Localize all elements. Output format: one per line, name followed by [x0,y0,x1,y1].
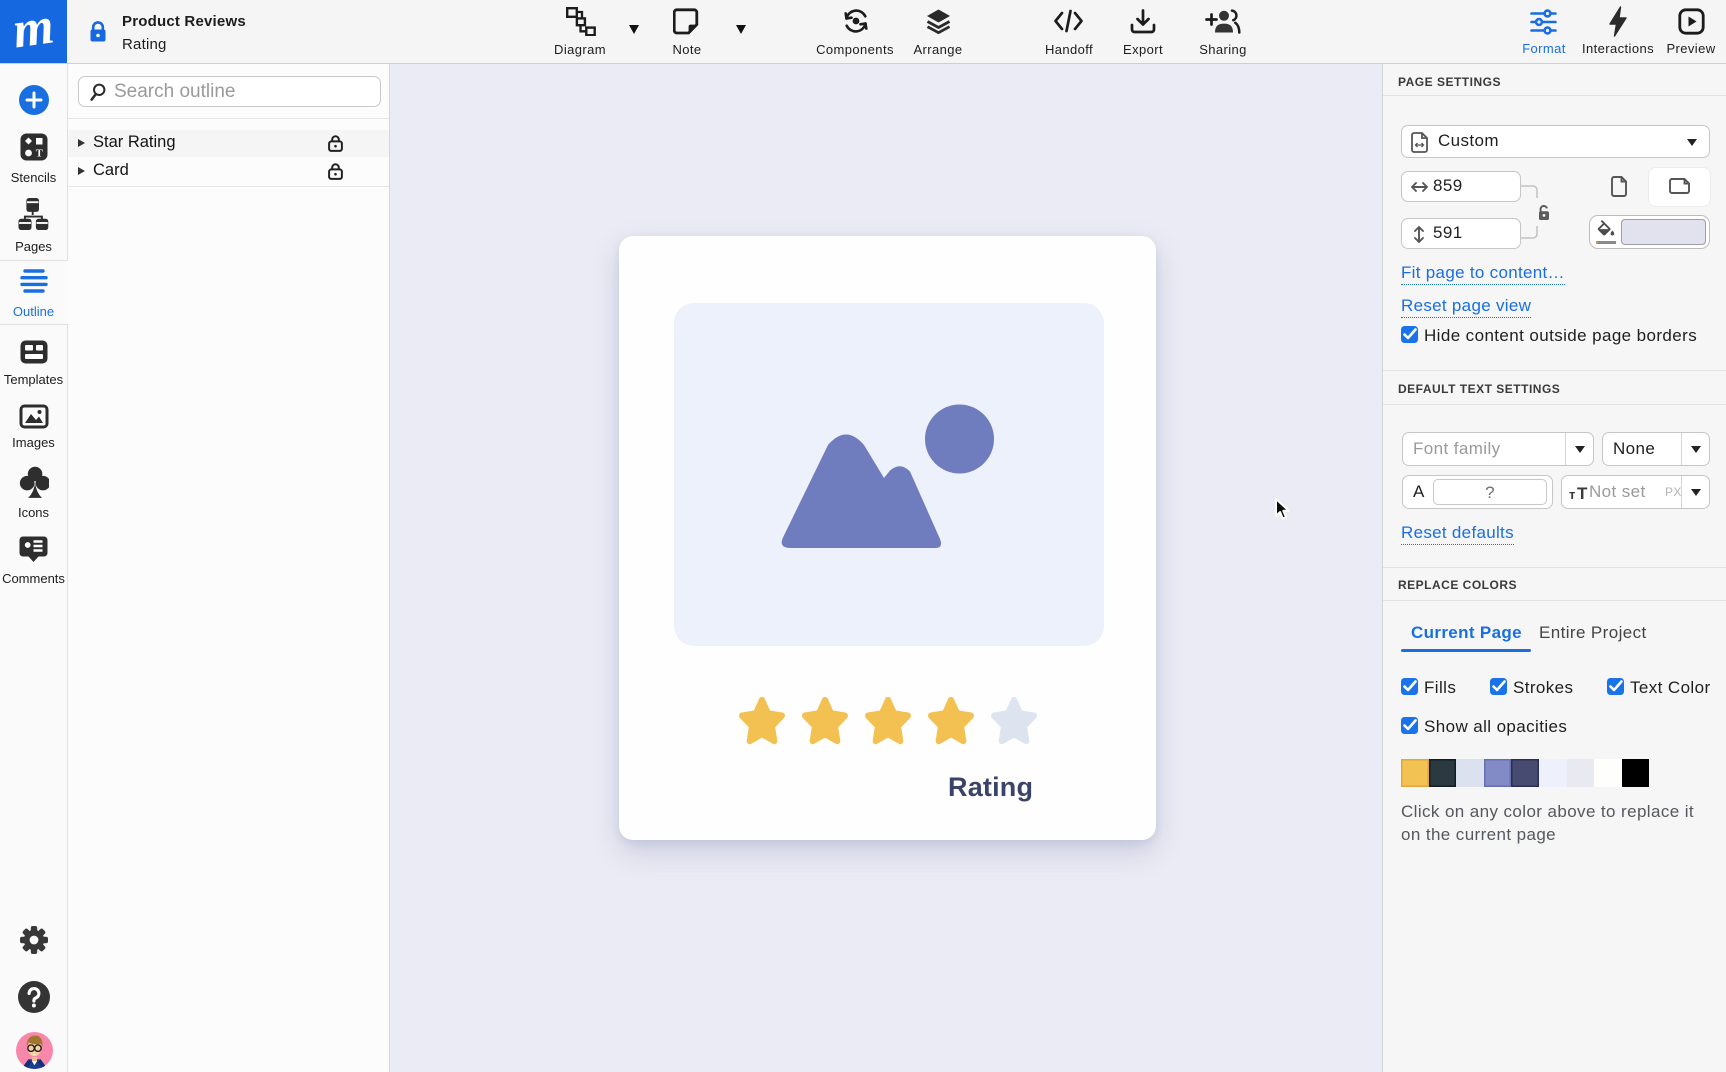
svg-text:T: T [1577,485,1588,500]
svg-text:т: т [1569,487,1576,500]
svg-text:T: T [36,149,43,160]
